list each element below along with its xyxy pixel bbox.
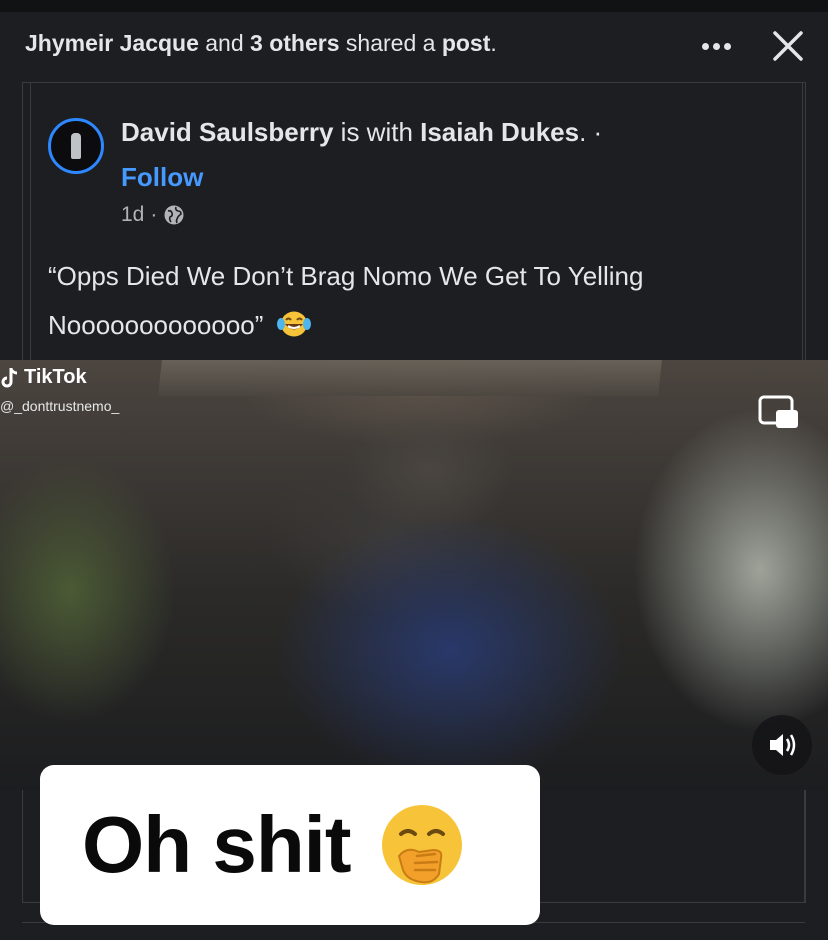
tiktok-username: @_donttrustnemo_ xyxy=(0,398,120,414)
author-name[interactable]: David Saulsberry xyxy=(121,117,333,147)
sharer-name[interactable]: Jhymeir Jacque xyxy=(25,30,199,56)
picture-in-picture-icon[interactable] xyxy=(756,392,800,432)
tears-of-joy-emoji-icon xyxy=(276,311,311,337)
post-text: “Opps Died We Don’t Brag Nomo We Get To … xyxy=(48,261,644,340)
post-link[interactable]: post xyxy=(442,30,491,56)
globe-icon xyxy=(164,205,184,225)
card-divider xyxy=(802,82,803,360)
follow-button[interactable]: Follow xyxy=(121,162,203,193)
face-with-hand-over-mouth-emoji-icon xyxy=(381,805,462,885)
tiktok-watermark: TikTok xyxy=(0,366,87,389)
others-link[interactable]: 3 others xyxy=(250,30,339,56)
video-caption-overlay: Oh shit xyxy=(40,765,540,925)
post-meta: 1d · xyxy=(121,203,185,227)
caption-text: Oh shit xyxy=(82,800,352,889)
card-divider xyxy=(30,82,31,360)
volume-on-icon[interactable] xyxy=(752,715,812,775)
card-divider xyxy=(22,790,23,902)
status-strip xyxy=(0,0,828,12)
more-options-icon[interactable] xyxy=(696,26,736,66)
post-author-line: David Saulsberry is with Isaiah Dukes. · xyxy=(121,117,603,147)
video-frame xyxy=(158,360,662,396)
avatar[interactable] xyxy=(48,118,104,174)
tiktok-icon xyxy=(1,367,18,387)
close-icon[interactable] xyxy=(768,26,808,66)
tagged-user[interactable]: Isaiah Dukes xyxy=(420,117,579,147)
card-divider xyxy=(804,790,805,902)
video-player[interactable]: TikTok @_donttrustnemo_ xyxy=(0,360,828,790)
post-time[interactable]: 1d xyxy=(121,203,144,227)
shared-by-header: Jhymeir Jacque and 3 others shared a pos… xyxy=(25,30,497,56)
